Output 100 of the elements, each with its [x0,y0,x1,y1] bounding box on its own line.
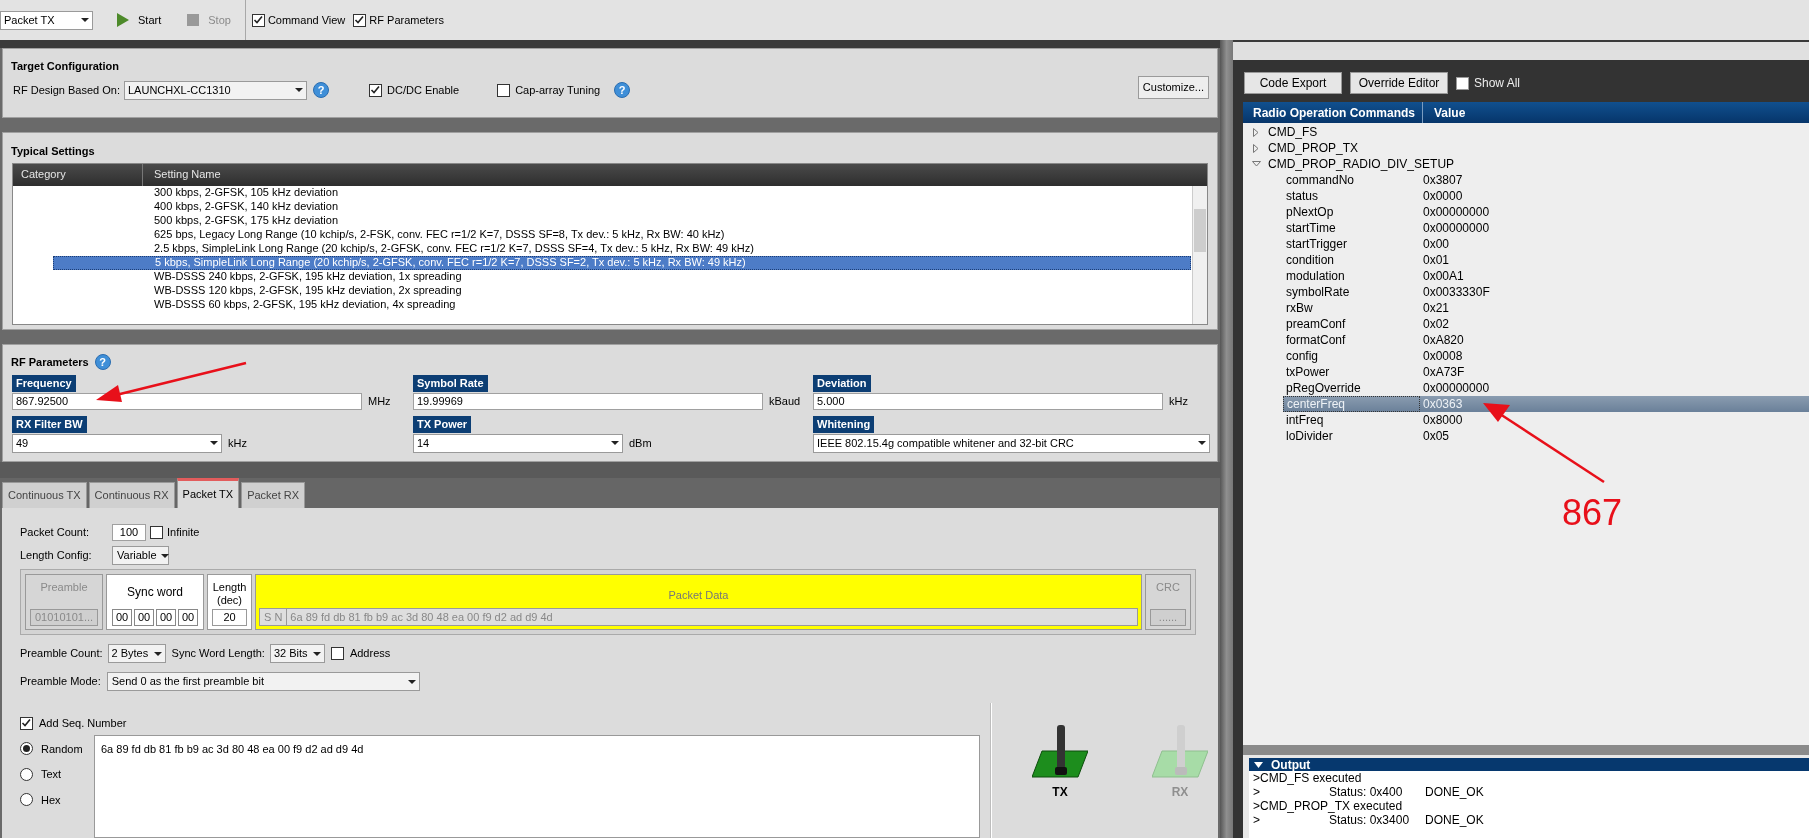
input-field[interactable]: 00 [112,609,132,626]
input-field[interactable]: 20 [212,609,247,626]
radio-button[interactable] [20,742,33,756]
tree-item[interactable]: symbolRate [1283,284,1420,300]
tree-item[interactable]: pRegOverride [1283,380,1420,396]
column-header[interactable]: Setting Name [143,163,1207,186]
checkbox[interactable] [251,13,265,27]
tab[interactable]: Packet RX [241,482,306,508]
field-label: Deviation [813,374,871,392]
checkbox-label[interactable]: Show All [1474,74,1521,92]
tree-item[interactable]: intFreq [1283,412,1420,428]
checkbox-label[interactable]: Cap-array Tuning [515,81,601,99]
tree-item[interactable]: condition [1283,252,1420,268]
cell-label: Preamble [40,581,88,594]
radio-button[interactable] [20,767,33,781]
list-row[interactable]: WB-DSSS 60 kbps, 2-GFSK, 195 kHz deviation, 4x spreading [53,297,1191,312]
checkbox-label[interactable]: Add Seq. Number [39,715,127,732]
tree-item[interactable]: startTrigger [1283,236,1420,252]
annotation-text: 867 [1562,495,1623,531]
tree-item[interactable]: txPower [1283,364,1420,380]
checkbox-label[interactable]: Command View [267,11,346,29]
cell-label: Length (dec) [212,581,247,607]
field-label: Symbol Rate [413,374,488,392]
list-row[interactable]: 500 kbps, 2-GFSK, 175 kHz deviation [53,213,1191,228]
tree-item[interactable]: CMD_PROP_RADIO_DIV_SETUP [1266,155,1457,173]
tree-item[interactable]: startTime [1283,220,1420,236]
output-line: Status: 0x3400 [1329,813,1411,827]
start-button[interactable]: Start [115,8,164,32]
list-row[interactable]: 300 kbps, 2-GFSK, 105 kHz deviation [53,185,1191,200]
value-cell-text: 0x00000000 [1422,220,1490,237]
radio-button[interactable] [20,793,33,807]
tab[interactable]: Packet TX [176,478,240,508]
tree-item[interactable]: config [1283,348,1420,364]
caret-icon [210,441,218,445]
customize-button[interactable]: Customize... [1137,75,1209,99]
checkbox-label[interactable]: DC/DC Enable [387,81,460,99]
dropdown[interactable]: IEEE 802.15.4g compatible whitener and 32-bit CRC [813,433,1210,453]
stop-icon [187,14,200,26]
radio-label[interactable]: Hex [41,791,61,808]
scrollbar[interactable] [1192,185,1207,324]
tree-item[interactable]: CMD_FS [1266,123,1320,141]
tab[interactable]: Continuous RX [88,482,175,508]
column-header[interactable]: Radio Operation Commands [1243,102,1423,123]
radio-label[interactable]: Random [41,740,83,757]
tree-item[interactable]: loDivider [1283,428,1420,444]
dropdown[interactable]: LAUNCHXL-CC1310 [124,80,307,100]
list-row[interactable]: 2.5 kbps, SimpleLink Long Range (20 kchip/s, 2-GFSK, conv. FEC r=1/2 K=7, DSSS SF=4, Tx dev.: 5 kHz, Rx BW: 49 kHz) [53,241,1191,256]
checkbox[interactable] [330,647,344,660]
value-cell-text: 0x21 [1422,300,1450,317]
dropdown[interactable]: Send 0 as the first preamble bit [106,672,420,691]
tree-item[interactable]: formatConf [1283,332,1420,348]
dropdown[interactable]: Packet TX [0,10,93,30]
radio-label[interactable]: Text [41,766,62,783]
input-field[interactable]: 00 [178,609,198,626]
list-row[interactable]: 5 kbps, SimpleLink Long Range (20 kchip/s, 2-GFSK, conv. FEC r=1/2 K=7, DSSS SF=2, Tx dev.: 5 kHz, Rx BW: 49 kHz) [53,255,1191,270]
radio-toggle[interactable]: TX [1030,723,1090,803]
toolbar-button[interactable]: Override Editor [1350,72,1448,94]
dropdown[interactable]: 14 [413,433,623,453]
tree-item[interactable]: status [1283,188,1420,204]
toolbar-button[interactable]: Code Export [1244,72,1342,94]
checkbox[interactable] [497,83,511,97]
panel-title: Output [1271,756,1311,773]
dropdown[interactable]: Variable [112,546,169,565]
list-row[interactable]: 400 kbps, 2-GFSK, 140 kHz deviation [53,199,1191,214]
tree-item[interactable]: CMD_PROP_TX [1266,139,1361,157]
tree-item[interactable]: preamConf [1283,316,1420,332]
checkbox[interactable] [20,716,33,730]
tree-item[interactable]: pNextOp [1283,204,1420,220]
column-header[interactable]: Value [1423,102,1809,123]
checkbox-label[interactable]: RF Parameters [369,11,444,29]
input-field[interactable]: 00 [156,609,176,626]
input-field[interactable]: 19.99969 [413,392,763,410]
tab[interactable]: Continuous TX [2,482,87,508]
dropdown[interactable]: 2 Bytes [107,644,166,663]
dropdown[interactable]: 32 Bits [269,644,325,663]
output-line: Status: 0x400 [1329,785,1404,799]
list-row[interactable]: WB-DSSS 240 kbps, 2-GFSK, 195 kHz deviation, 1x spreading [53,269,1191,284]
input-field: 01010101... [30,609,98,626]
tree-item[interactable]: modulation [1283,268,1420,284]
tree-item[interactable]: commandNo [1283,172,1420,188]
checkbox[interactable] [1456,76,1469,90]
checkbox[interactable] [353,13,367,27]
input-field[interactable]: 867.92500 [12,392,362,410]
expander[interactable] [1249,161,1263,167]
checkbox[interactable] [369,83,382,97]
input-field[interactable]: 00 [134,609,154,626]
input-field[interactable]: 5.000 [813,392,1163,410]
output-line: DONE_OK [1425,813,1484,827]
list-row[interactable]: 625 bps, Legacy Long Range (10 kchip/s, 2-FSK, conv. FEC r=1/2 K=7, DSSS SF=8, Tx dev.: 5 kHz, Rx BW: 40 kHz) [53,227,1191,242]
panel-header[interactable]: Output [1249,758,1809,771]
checkbox-label[interactable]: Address [349,645,391,662]
input-field[interactable]: 100 [112,524,146,541]
field-label: Packet Count: [20,525,91,541]
checkbox-label[interactable]: Infinite [167,524,200,541]
dropdown[interactable]: 49 [12,433,222,453]
column-header[interactable]: Category [13,163,143,186]
tree-item[interactable]: rxBw [1283,300,1420,316]
list-row[interactable]: WB-DSSS 120 kbps, 2-GFSK, 195 kHz deviation, 2x spreading [53,283,1191,298]
checkbox[interactable] [150,526,163,539]
text-area[interactable]: 6a 89 fd db 81 fb b9 ac 3d 80 48 ea 00 f9 d2 ad d9 4d [94,734,980,838]
